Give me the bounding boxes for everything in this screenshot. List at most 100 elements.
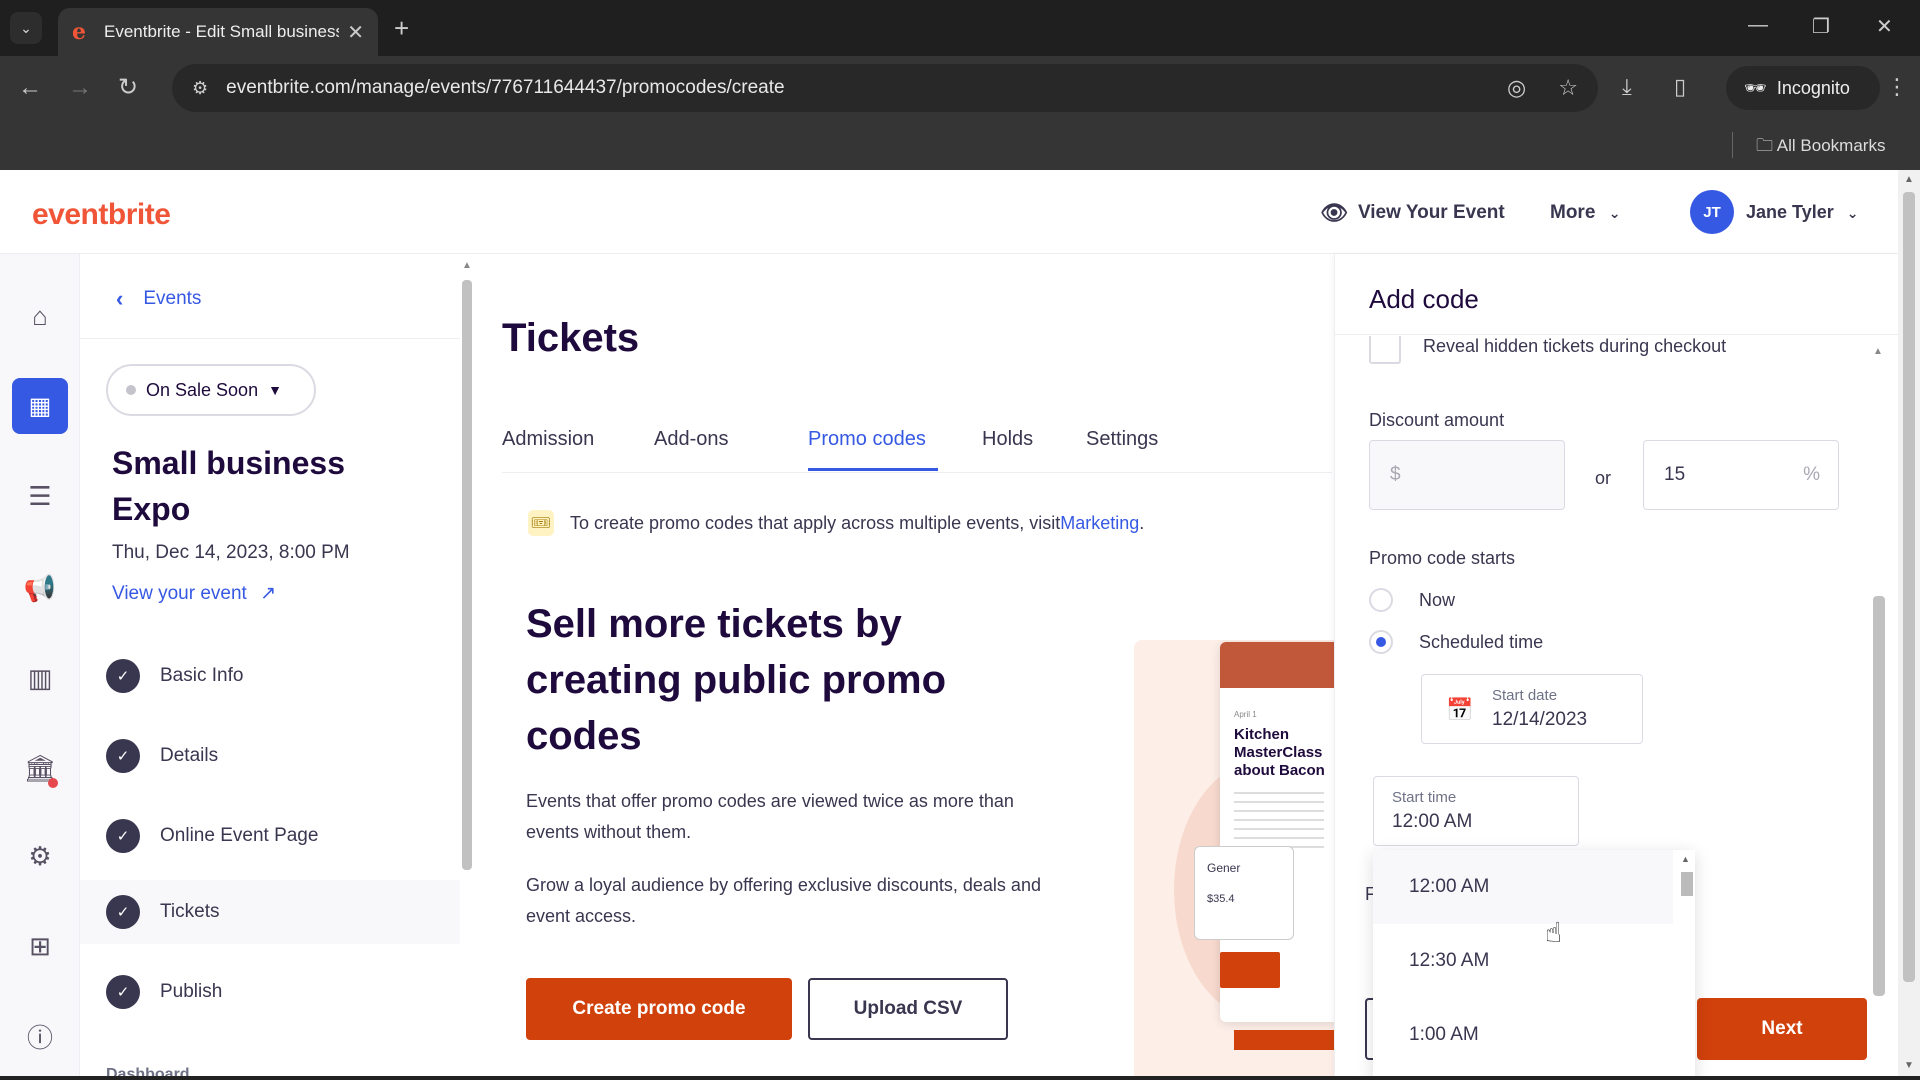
main-content: Tickets Admission Add-ons Promo codes Ho… (480, 254, 1334, 1080)
bar-chart-icon[interactable]: ▥ (20, 658, 60, 698)
sidebar-divider (80, 338, 460, 339)
illustration-bottom-button (1234, 1030, 1334, 1050)
tab-holds[interactable]: Holds (982, 428, 1033, 451)
calendar-icon: 📅 (1446, 697, 1474, 722)
create-promo-code-button[interactable]: Create promo code (526, 978, 792, 1040)
home-icon[interactable]: ⌂ (20, 296, 60, 336)
discount-amount-input[interactable]: $ (1369, 440, 1565, 510)
radio-now-label: Now (1419, 589, 1456, 610)
event-status-dropdown[interactable]: On Sale Soon ▼ (106, 364, 316, 416)
scrollbar-thumb[interactable] (1903, 192, 1915, 982)
star-icon[interactable]: ☆ (1558, 75, 1578, 100)
orders-list-icon[interactable]: ☰ (20, 476, 60, 516)
new-tab-button[interactable]: + (394, 14, 409, 42)
step-label: Online Event Page (160, 825, 319, 846)
megaphone-icon[interactable]: 📢 (20, 568, 60, 608)
active-tab-underline (808, 468, 938, 471)
step-online-event-page[interactable]: ✓ Online Event Page (80, 804, 460, 868)
scrollbar-thumb[interactable] (462, 280, 472, 870)
scrollbar-thumb[interactable] (1681, 872, 1693, 896)
apps-grid-icon[interactable]: ⊞ (20, 926, 60, 966)
scroll-down-arrow-icon[interactable]: ▼ (1904, 1060, 1914, 1071)
forward-arrow-icon[interactable]: → (68, 74, 92, 102)
info-text: To create promo codes that apply across … (570, 512, 1061, 533)
tab-promo-codes[interactable]: Promo codes (808, 428, 926, 451)
incognito-badge[interactable]: 🕶 Incognito (1726, 66, 1880, 110)
start-time-field[interactable]: Start time 12:00 AM (1373, 776, 1579, 846)
event-title: Small business Expo (112, 445, 345, 527)
url-text: eventbrite.com/manage/events/77671164443… (226, 77, 785, 98)
calendar-icon[interactable]: ▦ (12, 378, 68, 434)
kebab-menu-icon[interactable]: ⋮ (1886, 74, 1908, 100)
radio-button-selected[interactable] (1369, 630, 1393, 654)
back-to-events-link[interactable]: ‹ Events (116, 286, 201, 312)
gear-icon[interactable]: ⚙ (20, 836, 60, 876)
panel-divider (1335, 334, 1899, 335)
taskbar-edge (0, 1076, 1920, 1080)
minimize-icon[interactable]: — (1748, 14, 1768, 37)
view-your-event-link[interactable]: 👁 View Your Event (1320, 200, 1505, 226)
time-option[interactable]: 12:30 AM (1373, 924, 1673, 998)
reveal-hidden-tickets-checkbox[interactable] (1369, 336, 1401, 364)
restore-icon[interactable]: ❐ (1812, 14, 1830, 39)
promo-description-2: Grow a loyal audience by offering exclus… (526, 875, 1041, 926)
check-icon: ✓ (106, 739, 140, 773)
download-icon[interactable]: ⤓ (1622, 74, 1632, 100)
hand-pointer-cursor-icon: ☝ (1545, 917, 1563, 948)
marketing-link[interactable]: Marketing (1060, 513, 1139, 534)
add-code-panel: Add code Reveal hidden tickets during ch… (1334, 254, 1899, 1080)
radio-scheduled-label: Scheduled time (1419, 631, 1544, 652)
close-tab-icon[interactable]: ✕ (347, 20, 364, 45)
site-settings-icon[interactable]: ⚙ (192, 78, 208, 99)
tab-search-button[interactable]: ⌄ (10, 12, 42, 44)
user-menu-button[interactable]: Jane Tyler ⌄ (1746, 202, 1858, 223)
back-label: Events (143, 288, 202, 309)
discount-percent-input[interactable]: 15 % (1643, 440, 1839, 510)
radio-scheduled-time[interactable]: Scheduled time (1369, 630, 1543, 654)
scrollbar-thumb[interactable] (1873, 596, 1885, 996)
radio-now[interactable]: Now (1369, 588, 1455, 612)
scroll-up-arrow-icon[interactable]: ▲ (462, 260, 472, 271)
chevron-down-icon: ▼ (268, 382, 282, 398)
reload-icon[interactable]: ↻ (118, 74, 138, 102)
sidebar-scrollbar[interactable]: ▲ (462, 260, 472, 880)
tab-admission[interactable]: Admission (502, 428, 594, 451)
side-panel-icon[interactable]: ▯ (1674, 74, 1686, 100)
eye-slash-icon[interactable]: ◎ (1507, 75, 1526, 100)
radio-button[interactable] (1369, 588, 1393, 612)
user-name: Jane Tyler (1746, 202, 1834, 222)
user-avatar[interactable]: JT (1690, 190, 1734, 234)
eventbrite-logo[interactable]: eventbrite (32, 198, 171, 232)
upload-csv-button[interactable]: Upload CSV (808, 978, 1008, 1040)
all-bookmarks-label: All Bookmarks (1776, 136, 1886, 155)
browser-tab[interactable]: e Eventbrite - Edit Small business ✕ (58, 8, 378, 56)
back-arrow-icon[interactable]: ← (18, 74, 42, 102)
left-icon-rail: ⌂ ▦ ☰ 📢 ▥ 🏛 ⚙ ⊞ ⓘ (0, 254, 80, 1080)
dropdown-scrollbar[interactable]: ▲ (1679, 854, 1693, 1080)
scroll-up-arrow-icon[interactable]: ▲ (1904, 174, 1914, 185)
step-publish[interactable]: ✓ Publish (80, 960, 460, 1024)
more-menu-button[interactable]: More ⌄ (1550, 202, 1620, 224)
page-scrollbar[interactable]: ▲ ▼ (1898, 170, 1920, 1080)
close-window-icon[interactable]: ✕ (1876, 14, 1893, 39)
scroll-up-arrow-icon[interactable]: ▲ (1681, 854, 1690, 864)
tab-settings[interactable]: Settings (1086, 428, 1158, 451)
tab-add-ons[interactable]: Add-ons (654, 428, 729, 451)
address-bar[interactable]: ⚙ eventbrite.com/manage/events/776711644… (172, 64, 1598, 112)
next-button[interactable]: Next (1697, 998, 1867, 1060)
step-tickets[interactable]: ✓ Tickets (80, 880, 460, 944)
panel-scrollbar[interactable]: ▲ (1873, 346, 1885, 1076)
step-details[interactable]: ✓ Details (80, 724, 460, 788)
check-icon: ✓ (106, 819, 140, 853)
scroll-up-arrow-icon[interactable]: ▲ (1873, 346, 1883, 357)
illustration-ticket-card: Gener $35.4 (1194, 846, 1294, 940)
start-date-field[interactable]: 📅 Start date 12/14/2023 (1421, 674, 1643, 744)
time-option[interactable]: 12:00 AM (1373, 850, 1673, 924)
time-option[interactable]: 1:00 AM (1373, 998, 1673, 1072)
help-icon[interactable]: ⓘ (20, 1016, 60, 1056)
all-bookmarks-button[interactable]: 🗀 All Bookmarks (1756, 133, 1885, 162)
bookmarks-bar: 🗀 All Bookmarks (0, 120, 1920, 170)
view-your-event-sidebar-link[interactable]: View your event ↗ (112, 582, 276, 605)
step-basic-info[interactable]: ✓ Basic Info (80, 644, 460, 708)
tab-title: Eventbrite - Edit Small business (104, 22, 340, 41)
